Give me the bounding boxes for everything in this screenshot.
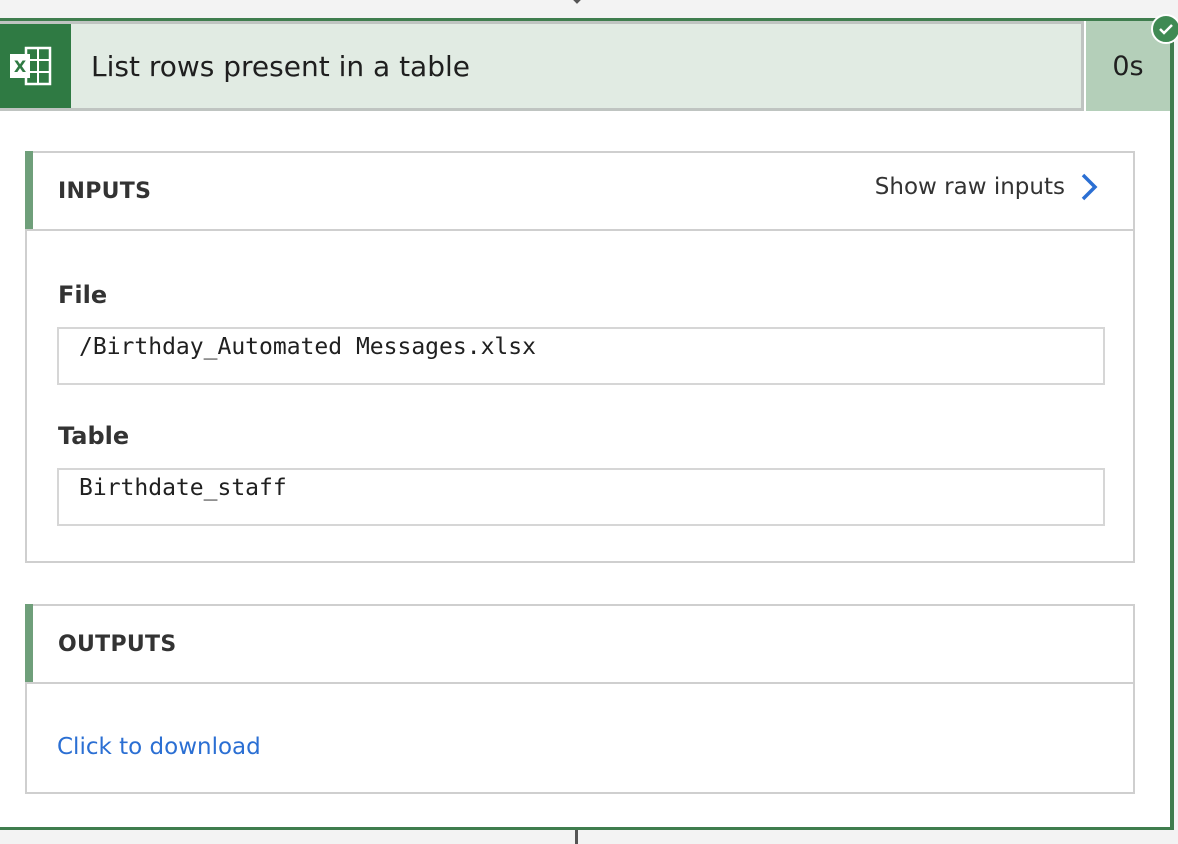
flow-arrow-icon	[573, 0, 581, 4]
svg-text:X: X	[14, 57, 27, 76]
excel-icon: X	[0, 24, 71, 108]
show-raw-inputs-button[interactable]: Show raw inputs	[875, 171, 1099, 203]
outputs-section: OUTPUTS Click to download	[25, 604, 1135, 794]
table-label: Table	[58, 422, 130, 450]
file-label: File	[58, 281, 108, 309]
inputs-section: INPUTS Show raw inputs File /Birthday_Au…	[25, 151, 1135, 563]
inputs-header: INPUTS Show raw inputs	[25, 151, 1133, 231]
chevron-right-icon	[1081, 173, 1098, 201]
show-raw-inputs-label: Show raw inputs	[874, 174, 1065, 200]
flow-connector	[575, 830, 578, 844]
action-card[interactable]: X List rows present in a table 0s INPUTS…	[0, 14, 1178, 830]
file-value: /Birthday_Automated Messages.xlsx	[57, 327, 1105, 385]
download-link[interactable]: Click to download	[57, 734, 261, 760]
success-check-icon	[1151, 14, 1178, 44]
inputs-title: INPUTS	[58, 178, 152, 204]
outputs-header: OUTPUTS	[25, 604, 1133, 684]
table-value: Birthdate_staff	[57, 468, 1105, 526]
outputs-title: OUTPUTS	[58, 631, 177, 657]
action-header[interactable]: X List rows present in a table	[0, 21, 1084, 111]
action-title: List rows present in a table	[91, 49, 470, 83]
